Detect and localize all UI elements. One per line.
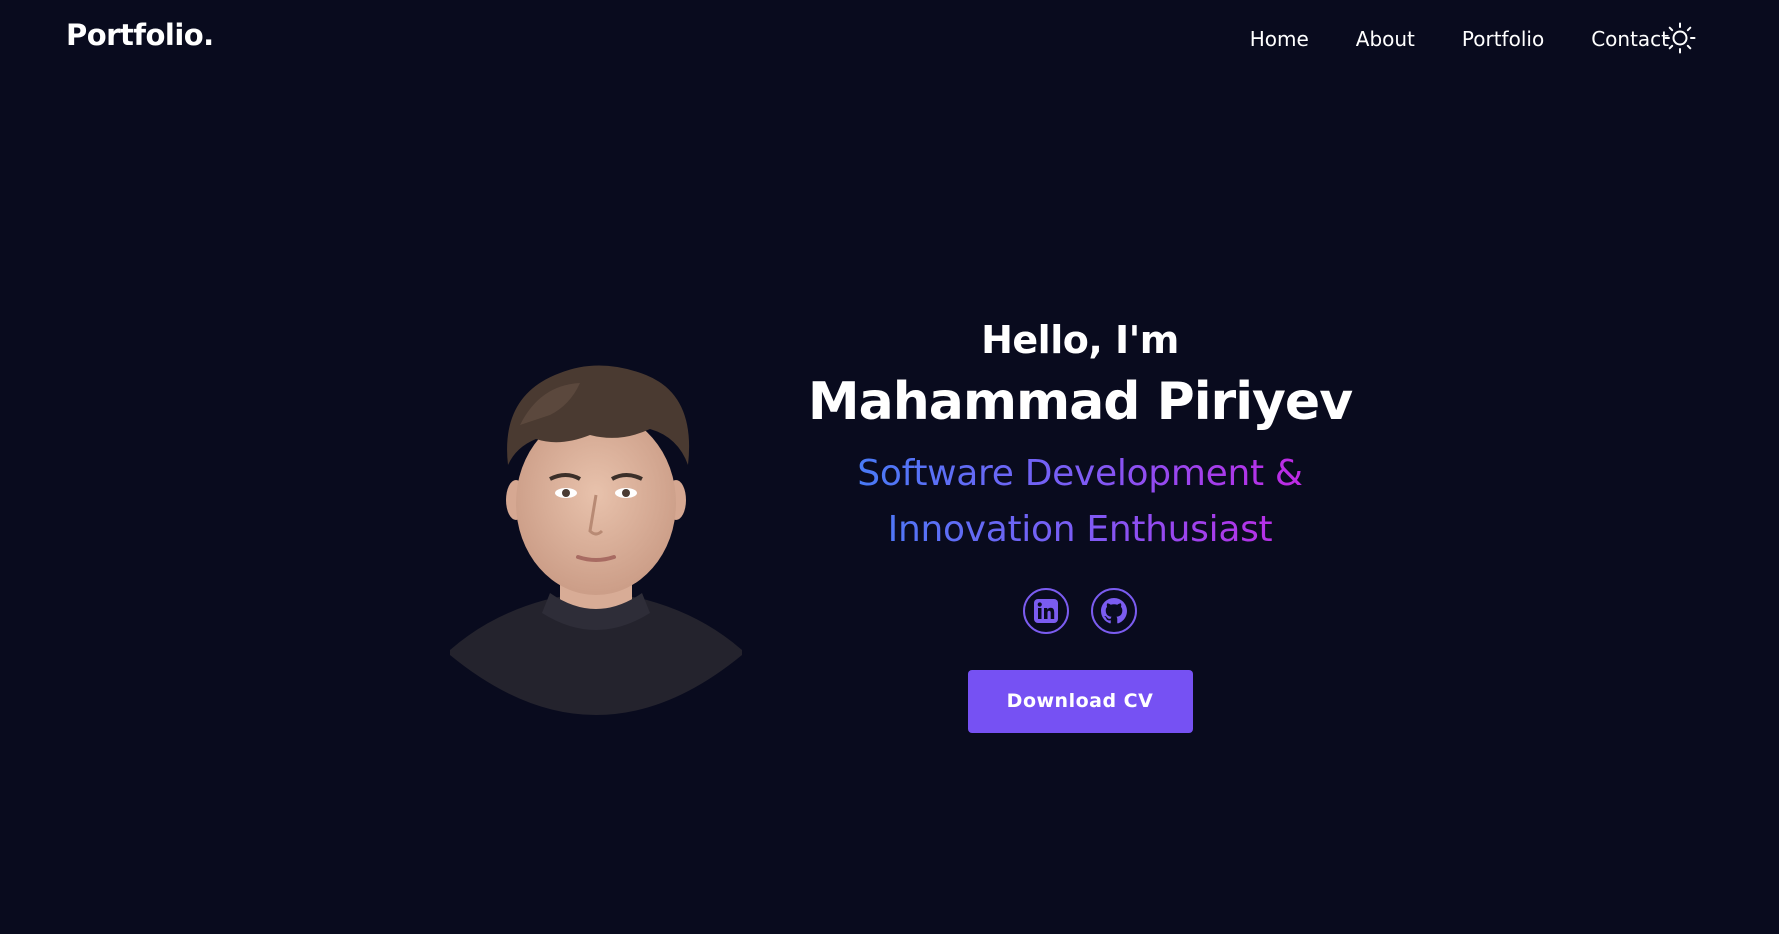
download-cv-button[interactable]: Download CV: [967, 670, 1193, 733]
nav-portfolio[interactable]: Portfolio: [1462, 24, 1544, 54]
nav-home[interactable]: Home: [1250, 24, 1309, 54]
nav-about[interactable]: About: [1356, 24, 1415, 54]
profile-photo: [450, 365, 742, 715]
nav-contact[interactable]: Contact: [1591, 24, 1669, 54]
site-logo[interactable]: Portfolio.: [66, 18, 214, 52]
page: Portfolio. Home About Portfolio Contact: [0, 0, 1779, 934]
hero-name: Mahammad Piriyev: [807, 372, 1353, 432]
sun-icon: [1664, 22, 1696, 54]
hero-section: Hello, I'm Mahammad Piriyev Software Dev…: [780, 312, 1380, 733]
linkedin-icon: [1034, 599, 1058, 623]
github-link[interactable]: [1091, 588, 1137, 634]
greeting: Hello, I'm: [981, 318, 1179, 362]
social-links: [780, 588, 1380, 634]
main-nav: Home About Portfolio Contact: [1250, 24, 1669, 54]
linkedin-link[interactable]: [1023, 588, 1069, 634]
hero-tagline: Software Development & Innovation Enthus…: [800, 446, 1360, 558]
github-icon: [1101, 598, 1127, 624]
theme-toggle-button[interactable]: [1663, 21, 1697, 55]
